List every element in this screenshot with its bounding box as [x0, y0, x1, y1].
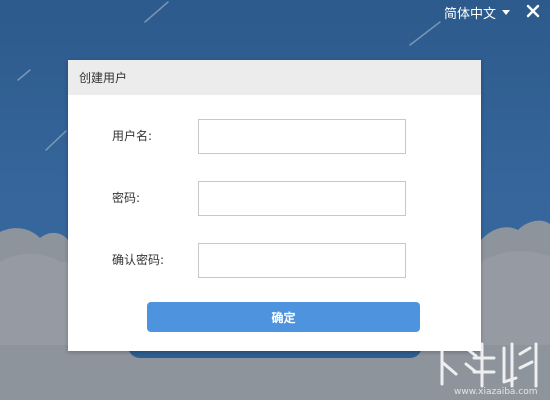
language-dropdown-label: 简体中文 — [444, 6, 497, 22]
confirm-button[interactable]: 确定 — [147, 302, 420, 332]
chevron-down-icon — [502, 9, 511, 15]
password-field[interactable] — [198, 181, 406, 216]
site-logo-watermark: www.xiazaiba.com — [428, 342, 538, 396]
confirm-password-label: 确认密码: — [112, 253, 165, 267]
svg-text:www.xiazaiba.com: www.xiazaiba.com — [454, 387, 538, 396]
password-label: 密码: — [112, 191, 141, 205]
username-field[interactable] — [198, 119, 406, 154]
create-user-dialog: 创建用户 用户名: 密码: 确认密码: 确定 — [68, 60, 481, 351]
dialog-header: 创建用户 — [68, 60, 481, 95]
confirm-password-field[interactable] — [198, 243, 406, 278]
dialog-title: 创建用户 — [79, 71, 128, 85]
username-label: 用户名: — [112, 129, 153, 143]
language-dropdown[interactable]: 简体中文 — [444, 3, 511, 22]
close-icon[interactable] — [525, 3, 541, 19]
